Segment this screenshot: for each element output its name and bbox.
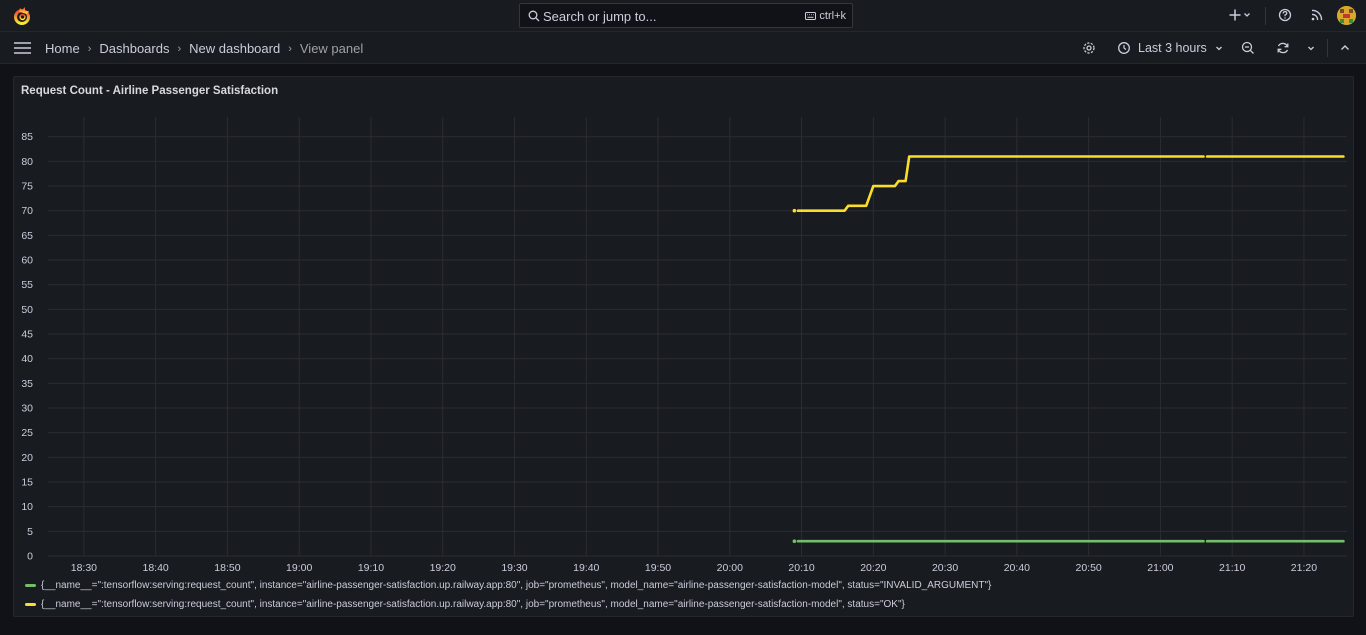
breadcrumb-home[interactable]: Home <box>45 41 80 56</box>
chevron-right-icon: › <box>177 42 182 55</box>
y-tick-label: 30 <box>21 403 33 415</box>
grafana-logo-icon[interactable] <box>12 6 32 26</box>
chevron-down-icon <box>1308 46 1314 51</box>
time-picker[interactable]: Last 3 hours <box>1117 40 1224 56</box>
chevron-up-icon <box>1341 45 1349 50</box>
breadcrumb: Home › Dashboards › New dashboard › View… <box>45 41 363 56</box>
y-tick-label: 70 <box>21 205 33 217</box>
user-avatar-icon <box>1337 6 1356 25</box>
legend-swatch <box>25 603 36 606</box>
legend-item[interactable]: {__name__=":tensorflow:serving:request_c… <box>25 576 991 595</box>
x-tick-label: 18:40 <box>143 562 169 574</box>
refresh-button[interactable] <box>1276 40 1290 61</box>
refresh-icon <box>1277 42 1289 54</box>
y-tick-label: 50 <box>21 304 33 316</box>
x-tick-label: 19:20 <box>430 562 456 574</box>
breadcrumb-bar: Home › Dashboards › New dashboard › View… <box>0 32 1366 64</box>
chevron-right-icon: › <box>288 42 292 55</box>
y-tick-label: 85 <box>21 131 33 143</box>
help-button[interactable] <box>1278 7 1292 28</box>
top-bar: Search or jump to... ctrl+k <box>0 0 1366 32</box>
legend-label: {__name__=":tensorflow:serving:request_c… <box>41 599 905 610</box>
x-tick-label: 20:50 <box>1075 562 1101 574</box>
shortcut-label: ctrl+k <box>819 10 846 22</box>
keyboard-icon <box>805 12 817 20</box>
panel: Request Count - Airline Passenger Satisf… <box>13 76 1354 617</box>
new-button[interactable] <box>1229 7 1253 28</box>
series-point <box>792 539 797 544</box>
x-tick-label: 21:20 <box>1291 562 1317 574</box>
x-tick-label: 18:50 <box>214 562 240 574</box>
settings-button[interactable] <box>1082 40 1096 61</box>
plus-icon <box>1229 9 1250 21</box>
zoom-out-icon <box>1241 41 1254 54</box>
y-tick-label: 20 <box>21 452 33 464</box>
x-tick-label: 19:50 <box>645 562 671 574</box>
news-button[interactable] <box>1310 7 1324 28</box>
breadcrumb-view-panel: View panel <box>299 41 364 56</box>
search-shortcut: ctrl+k <box>805 10 846 22</box>
x-tick-label: 20:30 <box>932 562 958 574</box>
collapse-button[interactable] <box>1339 40 1351 61</box>
x-tick-label: 19:10 <box>358 562 384 574</box>
menu-icon[interactable] <box>14 41 31 55</box>
divider <box>1327 39 1328 57</box>
y-tick-label: 10 <box>21 501 33 513</box>
divider <box>1265 7 1266 25</box>
x-tick-label: 19:30 <box>501 562 527 574</box>
x-tick-label: 18:30 <box>71 562 97 574</box>
y-tick-label: 25 <box>21 427 33 439</box>
y-tick-label: 65 <box>21 230 33 242</box>
legend-swatch <box>25 584 36 587</box>
search-placeholder: Search or jump to... <box>543 9 657 24</box>
y-tick-label: 0 <box>27 551 33 563</box>
y-tick-label: 45 <box>21 329 33 341</box>
y-tick-label: 75 <box>21 181 33 193</box>
chevron-down-icon <box>1215 46 1222 51</box>
x-tick-label: 19:40 <box>573 562 599 574</box>
chevron-right-icon: › <box>87 42 92 55</box>
time-range-label: Last 3 hours <box>1138 41 1207 55</box>
legend: {__name__=":tensorflow:serving:request_c… <box>25 576 991 614</box>
x-tick-label: 20:10 <box>788 562 814 574</box>
time-series-chart[interactable]: 0 5 10 15 20 25 30 35 40 45 50 55 60 65 70 75 80 85 18:30 1… <box>14 77 1355 577</box>
help-icon <box>1278 8 1292 22</box>
x-tick-label: 20:00 <box>717 562 743 574</box>
x-tick-label: 20:40 <box>1004 562 1030 574</box>
x-tick-label: 20:20 <box>860 562 886 574</box>
series-line <box>796 155 1205 212</box>
x-tick-label: 19:00 <box>286 562 312 574</box>
breadcrumb-dashboards[interactable]: Dashboards <box>99 41 169 56</box>
y-tick-label: 80 <box>21 156 33 168</box>
y-tick-label: 55 <box>21 279 33 291</box>
legend-label: {__name__=":tensorflow:serving:request_c… <box>41 580 992 591</box>
series-point <box>792 208 797 213</box>
avatar[interactable] <box>1337 6 1356 25</box>
y-tick-label: 35 <box>21 378 33 390</box>
legend-item[interactable]: {__name__=":tensorflow:serving:request_c… <box>25 595 991 614</box>
rss-icon <box>1311 9 1323 21</box>
x-tick-label: 21:00 <box>1147 562 1173 574</box>
x-tick-label: 21:10 <box>1219 562 1245 574</box>
gear-icon <box>1083 42 1095 54</box>
y-tick-label: 5 <box>27 526 33 538</box>
refresh-interval-button[interactable] <box>1306 40 1316 61</box>
y-tick-label: 40 <box>21 353 33 365</box>
search-box[interactable]: Search or jump to... ctrl+k <box>519 3 853 28</box>
y-tick-label: 60 <box>21 255 33 267</box>
y-tick-label: 15 <box>21 477 33 489</box>
search-icon <box>528 10 540 22</box>
zoom-out-button[interactable] <box>1241 40 1255 61</box>
breadcrumb-new-dashboard[interactable]: New dashboard <box>189 41 280 56</box>
clock-icon <box>1118 42 1130 54</box>
